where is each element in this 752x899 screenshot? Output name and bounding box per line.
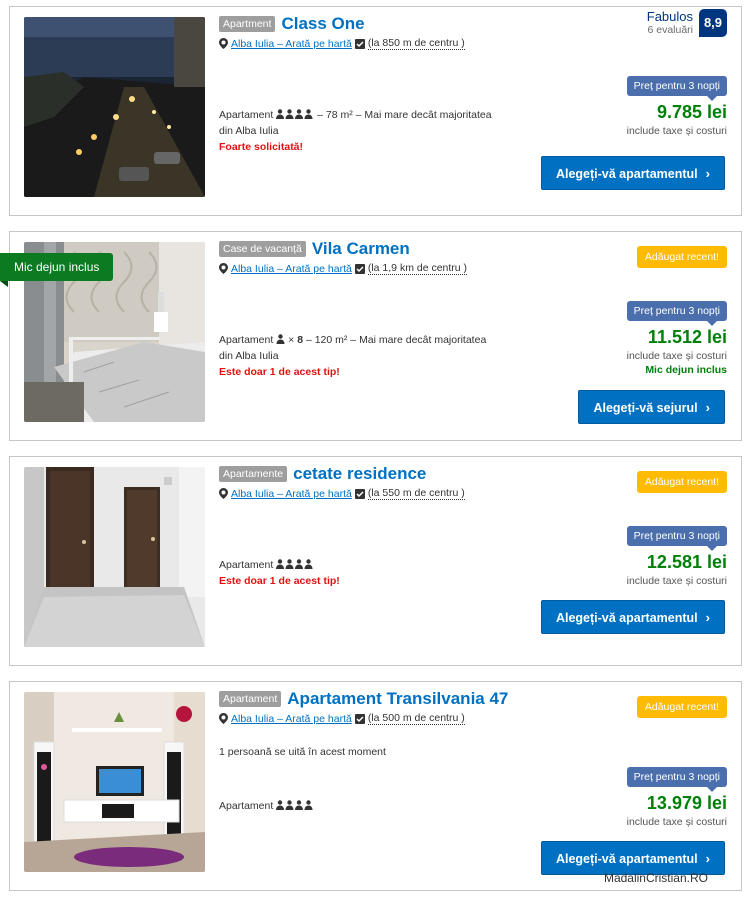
chevron-right-icon: › bbox=[705, 610, 710, 625]
map-pin-icon bbox=[219, 488, 228, 499]
price: 11.512 lei bbox=[647, 327, 727, 347]
check-badge-icon bbox=[354, 488, 365, 499]
map-pin-icon bbox=[219, 263, 228, 274]
availability-alert: Este doar 1 de acest tip! bbox=[219, 366, 340, 378]
unit-description: Apartament – 78 m² – Mai mare decât majo… bbox=[219, 109, 492, 153]
price: 9.785 lei bbox=[656, 102, 727, 122]
property-type-badge: Apartamente bbox=[219, 466, 288, 482]
choose-apartment-button[interactable]: Alegeți-vă apartamentul › bbox=[540, 841, 725, 875]
price-block: Preț pentru 3 nopți 11.512 lei include t… bbox=[626, 301, 727, 376]
property-type-badge: Case de vacanță bbox=[219, 241, 306, 257]
property-name-link[interactable]: Vila Carmen bbox=[312, 239, 410, 259]
occupancy-icon bbox=[276, 559, 313, 569]
unit-description: Apartament bbox=[219, 798, 509, 814]
listing-photo[interactable] bbox=[24, 692, 205, 872]
show-on-map-link[interactable]: Alba Iulia – Arată pe hartă bbox=[231, 488, 352, 500]
show-on-map-link[interactable]: Alba Iulia – Arată pe hartă bbox=[231, 713, 352, 725]
demand-alert: Foarte solicitată! bbox=[219, 141, 304, 153]
recently-added-badge: Adăugat recent! bbox=[636, 696, 727, 718]
recently-added-badge: Adăugat recent! bbox=[636, 471, 727, 493]
show-on-map-link[interactable]: Alba Iulia – Arată pe hartă bbox=[231, 38, 352, 50]
distance-from-center: (la 850 m de centru ) bbox=[367, 37, 465, 50]
listing-photo[interactable] bbox=[24, 17, 205, 197]
choose-apartment-button[interactable]: Alegeți-vă apartamentul › bbox=[540, 600, 725, 634]
price-note: Preț pentru 3 nopți bbox=[626, 76, 727, 101]
price-note: Preț pentru 3 nopți bbox=[626, 767, 727, 792]
property-type-badge: Apartment bbox=[219, 16, 276, 32]
distance-from-center: (la 1,9 km de centru ) bbox=[367, 262, 468, 275]
person-icon bbox=[276, 334, 285, 344]
occupancy-icon bbox=[276, 800, 313, 810]
map-pin-icon bbox=[219, 38, 228, 49]
tax-note: include taxe și costuri bbox=[626, 575, 727, 587]
score-badge: 8,9 bbox=[699, 9, 727, 37]
score-label: Fabulos bbox=[646, 9, 693, 24]
property-name-link[interactable]: cetate residence bbox=[293, 464, 426, 484]
price-block: Preț pentru 3 nopți 9.785 lei include ta… bbox=[626, 76, 727, 137]
choose-apartment-button[interactable]: Alegeți-vă apartamentul › bbox=[540, 156, 725, 190]
review-score[interactable]: Fabulos 6 evaluări 8,9 bbox=[647, 9, 727, 37]
price: 12.581 lei bbox=[646, 552, 727, 572]
chevron-right-icon: › bbox=[705, 166, 710, 181]
show-on-map-link[interactable]: Alba Iulia – Arată pe hartă bbox=[231, 263, 352, 275]
property-type-badge: Apartament bbox=[219, 691, 282, 707]
unit-description: Apartament Este doar 1 de acest tip! bbox=[219, 559, 340, 587]
property-name-link[interactable]: Class One bbox=[281, 14, 364, 34]
availability-alert: Este doar 1 de acest tip! bbox=[219, 575, 340, 587]
listing-card[interactable]: Apartament Apartament Transilvania 47 Al… bbox=[9, 681, 742, 891]
check-badge-icon bbox=[354, 713, 365, 724]
watermark: MadalinCristian.RO bbox=[603, 871, 708, 885]
check-badge-icon bbox=[354, 38, 365, 49]
viewers-notice: 1 persoană se uită în acest moment bbox=[219, 746, 386, 758]
price: 13.979 lei bbox=[646, 793, 727, 813]
map-pin-icon bbox=[219, 713, 228, 724]
tax-note: include taxe și costuri bbox=[626, 816, 727, 828]
chevron-right-icon: › bbox=[705, 851, 710, 866]
listing-card[interactable]: Apartment Class One Alba Iulia – Arată p… bbox=[9, 6, 742, 216]
property-name-link[interactable]: Apartament Transilvania 47 bbox=[287, 689, 508, 709]
listing-photo[interactable] bbox=[24, 467, 205, 647]
choose-stay-button[interactable]: Alegeți-vă sejurul › bbox=[578, 390, 725, 424]
tax-note: include taxe și costuri bbox=[626, 125, 727, 137]
unit-description: Apartament × 8 – 120 m² – Mai mare decât… bbox=[219, 334, 487, 378]
listing-card[interactable]: Apartamente cetate residence Alba Iulia … bbox=[9, 456, 742, 666]
chevron-right-icon: › bbox=[705, 400, 710, 415]
price-block: Preț pentru 3 nopți 12.581 lei include t… bbox=[626, 526, 727, 587]
listing-card[interactable]: Case de vacanță Vila Carmen Alba Iulia –… bbox=[9, 231, 742, 441]
tax-note: include taxe și costuri bbox=[626, 350, 727, 362]
occupancy-icon bbox=[276, 109, 313, 119]
price-block: Preț pentru 3 nopți 13.979 lei include t… bbox=[626, 767, 727, 828]
price-note: Preț pentru 3 nopți bbox=[626, 526, 727, 551]
check-badge-icon bbox=[354, 263, 365, 274]
price-note: Preț pentru 3 nopți bbox=[626, 301, 727, 326]
review-count: 6 evaluări bbox=[647, 24, 693, 36]
recently-added-badge: Adăugat recent! bbox=[636, 246, 727, 268]
distance-from-center: (la 550 m de centru ) bbox=[367, 487, 465, 500]
distance-from-center: (la 500 m de centru ) bbox=[367, 712, 465, 725]
breakfast-ribbon: Mic dejun inclus bbox=[0, 253, 114, 287]
breakfast-included-note: Mic dejun inclus bbox=[645, 364, 727, 376]
